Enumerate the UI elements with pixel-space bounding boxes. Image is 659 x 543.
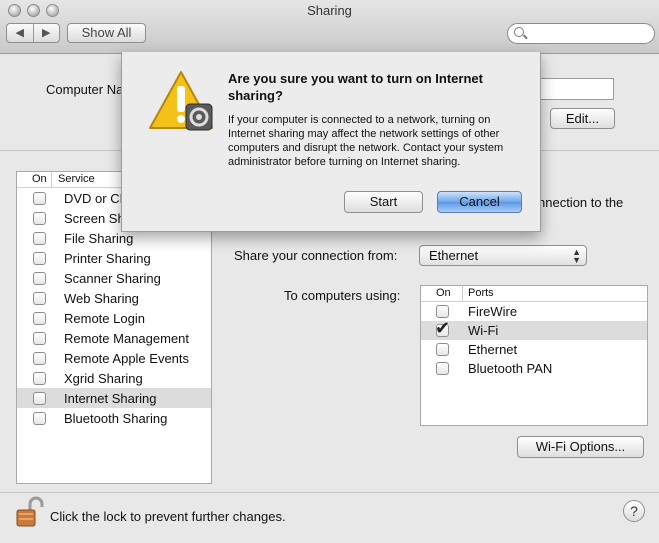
window-title: Sharing (307, 3, 352, 18)
to-computers-label: To computers using: (284, 288, 401, 303)
header-service: Service (58, 173, 95, 185)
service-row-printer[interactable]: Printer Sharing (17, 248, 211, 268)
port-checkbox[interactable] (436, 362, 449, 375)
service-checkbox[interactable] (33, 191, 46, 205)
service-checkbox[interactable] (33, 231, 46, 245)
share-from-select[interactable]: Ethernet ▲ ▼ (419, 245, 587, 266)
service-row-web[interactable]: Web Sharing (17, 288, 211, 308)
wifi-options-button[interactable]: Wi-Fi Options... (517, 436, 644, 458)
service-label: Bluetooth Sharing (64, 410, 168, 426)
service-row-remote-management[interactable]: Remote Management (17, 328, 211, 348)
help-button[interactable]: ? (623, 500, 645, 522)
service-row-remote-apple-events[interactable]: Remote Apple Events (17, 348, 211, 368)
service-row-bluetooth[interactable]: Bluetooth Sharing (17, 408, 211, 428)
service-checkbox[interactable] (33, 211, 46, 225)
footer-divider (0, 492, 659, 493)
warning-icon (149, 71, 213, 131)
port-label: Ethernet (468, 342, 518, 357)
port-checkbox[interactable] (436, 343, 449, 356)
service-label: Printer Sharing (64, 250, 151, 266)
search-field[interactable] (507, 23, 655, 44)
forward-arrow-icon[interactable]: ▶ (34, 24, 60, 42)
service-label: Scanner Sharing (64, 270, 161, 286)
service-checkbox[interactable] (33, 251, 46, 265)
confirm-internet-sharing-sheet: Are you sure you want to turn on Interne… (121, 52, 541, 232)
sheet-message: If your computer is connected to a netwo… (228, 114, 504, 168)
port-label: Wi-Fi (468, 323, 499, 338)
share-from-value: Ethernet (429, 248, 479, 263)
ports-list[interactable]: On Ports FireWire ✔ Wi-Fi Ethernet Blueto… (420, 285, 648, 426)
service-checkbox[interactable] (33, 351, 46, 365)
checkmark-icon: ✔ (435, 318, 451, 338)
search-icon (514, 27, 524, 37)
ports-list-header: On Ports (421, 286, 647, 302)
ports-header-ports: Ports (468, 287, 494, 299)
unlocked-padlock-icon[interactable] (16, 496, 44, 528)
service-row-xgrid[interactable]: Xgrid Sharing (17, 368, 211, 388)
description-tail: nnection to the (538, 195, 624, 210)
lock-instructions: Click the lock to prevent further change… (50, 509, 286, 524)
port-row-ethernet[interactable]: Ethernet (421, 340, 647, 359)
nav-back-forward: ◀ ▶ (6, 23, 60, 43)
start-button[interactable]: Start (344, 191, 423, 213)
sheet-title: Are you sure you want to turn on Interne… (228, 71, 483, 103)
service-row-scanner[interactable]: Scanner Sharing (17, 268, 211, 288)
chevron-updown-icon: ▲ ▼ (572, 247, 581, 265)
back-arrow-icon[interactable]: ◀ (7, 24, 34, 42)
port-row-firewire[interactable]: FireWire (421, 302, 647, 321)
port-row-bluetooth-pan[interactable]: Bluetooth PAN (421, 359, 647, 378)
service-row-internet[interactable]: Internet Sharing (17, 388, 211, 408)
service-label: Remote Management (64, 330, 190, 346)
show-all-button[interactable]: Show All (67, 23, 146, 43)
service-checkbox[interactable] (33, 391, 46, 405)
service-label: File Sharing (64, 230, 134, 246)
service-checkbox[interactable] (33, 271, 46, 285)
service-label: Web Sharing (64, 290, 139, 306)
header-on: On (17, 172, 52, 187)
ports-header-on: On (421, 286, 463, 301)
cancel-button[interactable]: Cancel (437, 191, 522, 213)
service-row-remote-login[interactable]: Remote Login (17, 308, 211, 328)
share-from-label: Share your connection from: (234, 248, 398, 263)
port-label: Bluetooth PAN (468, 361, 553, 376)
window-toolbar: Sharing ◀ ▶ Show All (0, 0, 659, 54)
port-label: FireWire (468, 304, 518, 319)
service-label: Remote Apple Events (64, 350, 190, 366)
service-checkbox[interactable] (33, 291, 46, 305)
service-checkbox[interactable] (33, 411, 46, 425)
service-checkbox[interactable] (33, 331, 46, 345)
service-checkbox[interactable] (33, 311, 46, 325)
service-label: Internet Sharing (64, 390, 157, 406)
service-checkbox[interactable] (33, 371, 46, 385)
port-checkbox[interactable] (436, 305, 449, 318)
service-label: Xgrid Sharing (64, 370, 143, 386)
service-label: Remote Login (64, 310, 145, 326)
edit-button[interactable]: Edit... (550, 108, 615, 129)
port-row-wifi[interactable]: ✔ Wi-Fi (421, 318, 647, 340)
